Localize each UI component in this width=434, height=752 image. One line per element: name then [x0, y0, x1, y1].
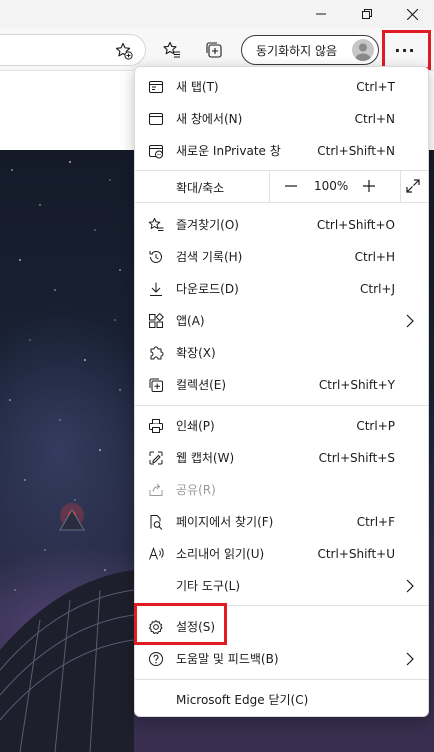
menu-label: Microsoft Edge 닫기(C)	[176, 693, 309, 707]
menu-shortcut: Ctrl+F	[356, 515, 395, 529]
favorites-button[interactable]	[158, 36, 186, 64]
person-icon	[355, 43, 371, 61]
menu-item-apps[interactable]: 앱(A)	[135, 305, 428, 337]
menu-item-downloads[interactable]: 다운로드(D) Ctrl+J	[135, 273, 428, 305]
zoom-out-button[interactable]	[279, 174, 303, 198]
apps-icon	[147, 312, 165, 330]
menu-label: 새 탭(T)	[176, 80, 219, 94]
minimize-icon	[316, 13, 326, 15]
fullscreen-button[interactable]	[401, 174, 425, 198]
menu-item-read-aloud[interactable]: 소리내어 읽기(U) Ctrl+Shift+U	[135, 538, 428, 570]
menu-label: 페이지에서 찾기(F)	[176, 515, 274, 529]
zoom-row: 확대/축소 100%	[135, 170, 428, 202]
menu-item-find-on-page[interactable]: 페이지에서 찾기(F) Ctrl+F	[135, 506, 428, 538]
highlight-settings-item	[134, 603, 227, 645]
menu-shortcut: Ctrl+T	[356, 80, 395, 94]
sync-label: 동기화하지 않음	[256, 43, 338, 58]
title-bar	[0, 0, 434, 28]
menu-label: 앱(A)	[176, 314, 205, 328]
menu-label: 도움말 및 피드백(B)	[176, 652, 279, 666]
favorites-icon	[163, 41, 180, 58]
menu-item-help-feedback[interactable]: 도움말 및 피드백(B)	[135, 643, 428, 675]
menu-label: 다운로드(D)	[176, 282, 239, 296]
menu-shortcut: Ctrl+J	[360, 282, 395, 296]
highlight-more-button	[382, 30, 431, 70]
web-capture-icon	[147, 449, 165, 467]
menu-divider	[135, 405, 428, 406]
favorites-icon	[147, 216, 165, 234]
collections-icon	[147, 376, 165, 394]
restore-button[interactable]	[344, 0, 390, 28]
menu-shortcut: Ctrl+Shift+U	[317, 547, 395, 561]
extensions-icon	[147, 344, 165, 362]
minimize-button[interactable]	[298, 0, 344, 28]
expand-icon	[406, 179, 420, 193]
menu-shortcut: Ctrl+P	[356, 419, 395, 433]
download-icon	[147, 280, 165, 298]
collections-icon	[206, 42, 222, 58]
restore-icon	[362, 9, 372, 19]
share-icon	[147, 481, 165, 499]
read-aloud-icon	[147, 545, 165, 563]
menu-label: 컬렉션(E)	[176, 378, 227, 392]
zoom-label: 확대/축소	[176, 181, 225, 195]
menu-label: 인쇄(P)	[176, 419, 215, 433]
menu-label: 검색 기록(H)	[176, 250, 243, 264]
menu-label: 기타 도구(L)	[176, 579, 241, 593]
sync-profile-button[interactable]: 동기화하지 않음	[241, 35, 379, 65]
menu-label: 새로운 InPrivate 창	[176, 144, 281, 158]
history-icon	[147, 248, 165, 266]
menu-item-collections[interactable]: 컬렉션(E) Ctrl+Shift+Y	[135, 369, 428, 401]
menu-label: 웹 캡처(W)	[176, 451, 235, 465]
address-bar[interactable]	[0, 34, 146, 66]
avatar	[352, 39, 374, 61]
add-favorite-button[interactable]	[110, 37, 138, 65]
menu-label: 공유(R)	[176, 483, 216, 497]
menu-item-web-capture[interactable]: 웹 캡처(W) Ctrl+Shift+S	[135, 442, 428, 474]
menu-shortcut: Ctrl+Shift+Y	[318, 378, 395, 392]
zoom-value: 100%	[314, 179, 349, 193]
new-tab-icon	[147, 78, 165, 96]
menu-shortcut: Ctrl+N	[354, 112, 395, 126]
menu-divider	[135, 679, 428, 680]
minus-icon	[285, 185, 297, 187]
chevron-right-icon	[404, 578, 416, 594]
menu-shortcut: Ctrl+Shift+S	[318, 451, 395, 465]
menu-shortcut: Ctrl+Shift+O	[316, 218, 395, 232]
close-window-button[interactable]	[389, 0, 434, 28]
menu-item-extensions[interactable]: 확장(X)	[135, 337, 428, 369]
find-icon	[147, 513, 165, 531]
menu-item-new-window[interactable]: 새 창에서(N) Ctrl+N	[135, 103, 428, 135]
inprivate-icon	[147, 142, 165, 160]
menu-item-close-edge[interactable]: Microsoft Edge 닫기(C)	[135, 684, 428, 716]
zoom-in-button[interactable]	[357, 174, 381, 198]
chevron-right-icon	[404, 651, 416, 667]
menu-label: 새 창에서(N)	[176, 112, 243, 126]
menu-item-more-tools[interactable]: 기타 도구(L)	[135, 570, 428, 602]
print-icon	[147, 417, 165, 435]
help-icon	[147, 650, 165, 668]
menu-label: 확장(X)	[176, 346, 216, 360]
menu-item-share[interactable]: 공유(R)	[135, 474, 428, 506]
menu-item-new-tab[interactable]: 새 탭(T) Ctrl+T	[135, 71, 428, 103]
menu-item-favorites[interactable]: 즐겨찾기(O) Ctrl+Shift+O	[135, 209, 428, 241]
chevron-right-icon	[404, 313, 416, 329]
menu-divider	[135, 202, 428, 203]
collections-button[interactable]	[200, 36, 228, 64]
menu-item-history[interactable]: 검색 기록(H) Ctrl+H	[135, 241, 428, 273]
menu-shortcut: Ctrl+Shift+N	[317, 144, 395, 158]
menu-label: 즐겨찾기(O)	[176, 218, 239, 232]
menu-label: 소리내어 읽기(U)	[176, 547, 265, 561]
zoom-divider	[269, 170, 270, 202]
menu-item-new-inprivate[interactable]: 새로운 InPrivate 창 Ctrl+Shift+N	[135, 135, 428, 167]
new-window-icon	[147, 110, 165, 128]
menu-item-print[interactable]: 인쇄(P) Ctrl+P	[135, 410, 428, 442]
close-icon	[406, 8, 418, 20]
star-add-icon	[115, 42, 133, 60]
plus-icon	[363, 180, 375, 192]
menu-shortcut: Ctrl+H	[354, 250, 395, 264]
